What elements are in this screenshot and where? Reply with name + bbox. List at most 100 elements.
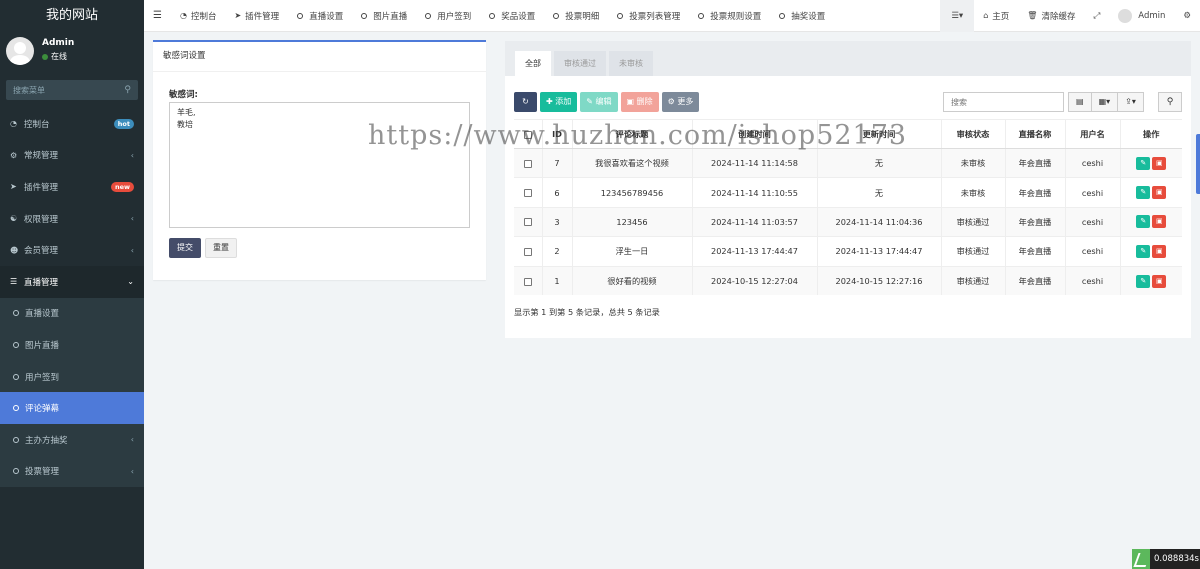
more-label: 更多 bbox=[677, 97, 694, 106]
export-dropdown-icon[interactable]: ⇪▾ bbox=[1118, 92, 1144, 112]
search-icon[interactable]: ⚲ bbox=[124, 85, 131, 95]
row-checkbox[interactable] bbox=[523, 277, 532, 286]
columns-dropdown-icon[interactable]: ▦▾ bbox=[1091, 92, 1119, 112]
home-link[interactable]: ⌂ 主页 bbox=[974, 0, 1018, 32]
sidebar-item-checkin[interactable]: 用户签到 bbox=[0, 361, 144, 393]
row-delete-icon[interactable]: ▣ bbox=[1152, 156, 1167, 170]
row-select[interactable] bbox=[514, 147, 543, 178]
table-row[interactable]: 3 123456 2024-11-14 11:03:57 2024-11-14 … bbox=[514, 206, 1182, 237]
sidebar-item-image-live[interactable]: 图片直播 bbox=[0, 329, 144, 361]
nav-tab-live-settings[interactable]: 直播设置 bbox=[288, 0, 352, 32]
table-row[interactable]: 1 很好看的视频 2024-10-15 12:27:04 2024-10-15 … bbox=[514, 265, 1182, 296]
tab-pending[interactable]: 未审核 bbox=[609, 51, 653, 76]
cell-live-name: 年会直播 bbox=[1005, 177, 1066, 208]
row-edit-icon[interactable]: ✎ bbox=[1136, 244, 1151, 258]
row-edit-icon[interactable]: ✎ bbox=[1136, 156, 1151, 170]
menu-toggle-icon[interactable]: ☰ bbox=[144, 0, 171, 32]
sidebar-item-general[interactable]: ⚙ 常规管理 ‹ bbox=[0, 140, 144, 172]
sidebar-item-permissions[interactable]: ☯ 权限管理 ‹ bbox=[0, 203, 144, 235]
cell-title: 123456789456 bbox=[572, 177, 693, 208]
nav-tab-lottery-settings[interactable]: 抽奖设置 bbox=[770, 0, 834, 32]
edit-button[interactable]: ✎ 编辑 bbox=[580, 92, 618, 112]
row-select[interactable] bbox=[514, 177, 543, 208]
brand-title[interactable]: 我的网站 bbox=[0, 0, 144, 32]
col-title[interactable]: 评论标题 bbox=[572, 119, 693, 149]
sidebar-item-live-settings[interactable]: 直播设置 bbox=[0, 298, 144, 330]
select-all-cell[interactable] bbox=[514, 119, 543, 149]
nav-tab-dashboard[interactable]: ◔ 控制台 bbox=[171, 0, 226, 32]
sidebar-item-members[interactable]: ☻ 会员管理 ‹ bbox=[0, 234, 144, 266]
row-checkbox[interactable] bbox=[523, 159, 532, 168]
table-search-input[interactable] bbox=[943, 92, 1064, 112]
toggle-view-icon[interactable]: ▤ bbox=[1068, 92, 1092, 112]
col-created[interactable]: 创建时间 bbox=[692, 119, 818, 149]
row-edit-icon[interactable]: ✎ bbox=[1136, 186, 1151, 200]
sidebar-item-live[interactable]: ☰ 直播管理 ⌄ bbox=[0, 265, 144, 298]
col-username[interactable]: 用户名 bbox=[1065, 119, 1121, 149]
fullscreen-icon[interactable]: ⤢ bbox=[1084, 0, 1109, 32]
reset-button[interactable]: 重置 bbox=[205, 238, 237, 258]
nav-tab-vote-detail[interactable]: 投票明细 bbox=[544, 0, 608, 32]
sidebar-item-host-lottery[interactable]: 主办方抽奖 ‹ bbox=[0, 424, 144, 456]
row-checkbox[interactable] bbox=[523, 218, 532, 227]
row-checkbox[interactable] bbox=[523, 247, 532, 256]
sidebar-item-vote-mgmt[interactable]: 投票管理 ‹ bbox=[0, 456, 144, 488]
nav-tab-prizes[interactable]: 奖品设置 bbox=[480, 0, 544, 32]
tabs-dropdown-button[interactable]: ☰▾ bbox=[940, 0, 975, 32]
row-delete-icon[interactable]: ▣ bbox=[1152, 215, 1167, 229]
menu-search[interactable]: ⚲ bbox=[6, 80, 138, 100]
col-updated[interactable]: 更新时间 bbox=[817, 119, 942, 149]
row-select[interactable] bbox=[514, 265, 543, 296]
more-button[interactable]: ⚙ 更多 bbox=[661, 92, 700, 112]
row-delete-icon[interactable]: ▣ bbox=[1152, 244, 1167, 258]
table-row[interactable]: 2 浮生一日 2024-11-13 17:44:47 2024-11-13 17… bbox=[514, 236, 1182, 267]
row-select[interactable] bbox=[514, 206, 543, 237]
sidebar-item-dashboard[interactable]: ◔ 控制台 hot bbox=[0, 108, 144, 140]
nav-tab-checkin[interactable]: 用户签到 bbox=[416, 0, 480, 32]
circle-icon bbox=[361, 12, 368, 19]
clear-cache-button[interactable]: 🗑 清除缓存 bbox=[1018, 0, 1084, 32]
comments-table: ID 评论标题 创建时间 更新时间 审核状态 直播名称 用户名 操作 7 我很喜… bbox=[514, 119, 1182, 296]
nav-tab-vote-rules[interactable]: 投票规则设置 bbox=[689, 0, 770, 32]
col-id[interactable]: ID bbox=[542, 119, 573, 149]
tab-approved[interactable]: 审核通过 bbox=[554, 51, 606, 76]
cell-live-name: 年会直播 bbox=[1005, 206, 1066, 237]
table-row[interactable]: 6 123456789456 2024-11-14 11:10:55 无 未审核… bbox=[514, 177, 1182, 208]
submit-button[interactable]: 提交 bbox=[169, 238, 201, 258]
select-all-checkbox[interactable] bbox=[523, 130, 532, 139]
row-delete-icon[interactable]: ▣ bbox=[1152, 186, 1167, 200]
sidebar-item-plugins[interactable]: ➤ 插件管理 new bbox=[0, 171, 144, 203]
row-delete-icon[interactable]: ▣ bbox=[1152, 274, 1167, 288]
sidebar-item-comments[interactable]: 评论弹幕 bbox=[0, 392, 144, 424]
settings-gear-icon[interactable]: ⚙ bbox=[1174, 0, 1200, 32]
col-status[interactable]: 审核状态 bbox=[941, 119, 1006, 149]
table-row[interactable]: 7 我很喜欢看这个视频 2024-11-14 11:14:58 无 未审核 年会… bbox=[514, 147, 1182, 178]
nav-tab-plugins[interactable]: ➤ 插件管理 bbox=[225, 0, 288, 32]
cell-actions: ✎ ▣ bbox=[1120, 147, 1182, 178]
row-edit-icon[interactable]: ✎ bbox=[1136, 215, 1151, 229]
nav-tab-vote-list[interactable]: 投票列表管理 bbox=[608, 0, 689, 32]
col-live-name[interactable]: 直播名称 bbox=[1005, 119, 1066, 149]
nav-tab-label: 用户签到 bbox=[437, 11, 472, 22]
nav-tab-image-live[interactable]: 图片直播 bbox=[352, 0, 416, 32]
advanced-search-icon[interactable]: ⚲ bbox=[1158, 92, 1182, 112]
live-submenu: 直播设置 图片直播 用户签到 评论弹幕 主办方抽奖 ‹ 投票管理 ‹ bbox=[0, 297, 144, 488]
comments-panel: 全部 审核通过 未审核 ↻ ✚ 添加 ✎ 编辑 ▣ 删除 ⚙ 更多 ▤ ▦▾ ⇪… bbox=[505, 41, 1191, 338]
tab-all[interactable]: 全部 bbox=[515, 51, 551, 76]
menu-search-input[interactable] bbox=[13, 85, 113, 95]
delete-button[interactable]: ▣ 删除 bbox=[620, 92, 659, 112]
user-menu[interactable]: Admin bbox=[1109, 0, 1174, 32]
row-checkbox[interactable] bbox=[523, 189, 532, 198]
cell-status: 审核通过 bbox=[941, 206, 1006, 237]
chevron-left-icon: ‹ bbox=[130, 466, 134, 476]
chevron-left-icon: ‹ bbox=[130, 150, 134, 160]
nav-tab-label: 抽奖设置 bbox=[791, 11, 826, 22]
refresh-button[interactable]: ↻ bbox=[514, 92, 537, 112]
sensitive-words-textarea[interactable] bbox=[169, 102, 470, 228]
render-timer: 0.088834s bbox=[1132, 549, 1200, 569]
row-edit-icon[interactable]: ✎ bbox=[1136, 274, 1151, 288]
sidebar-item-label: 常规管理 bbox=[24, 151, 59, 162]
cell-title: 浮生一日 bbox=[572, 236, 693, 267]
add-button[interactable]: ✚ 添加 bbox=[540, 92, 578, 112]
row-select[interactable] bbox=[514, 236, 543, 267]
